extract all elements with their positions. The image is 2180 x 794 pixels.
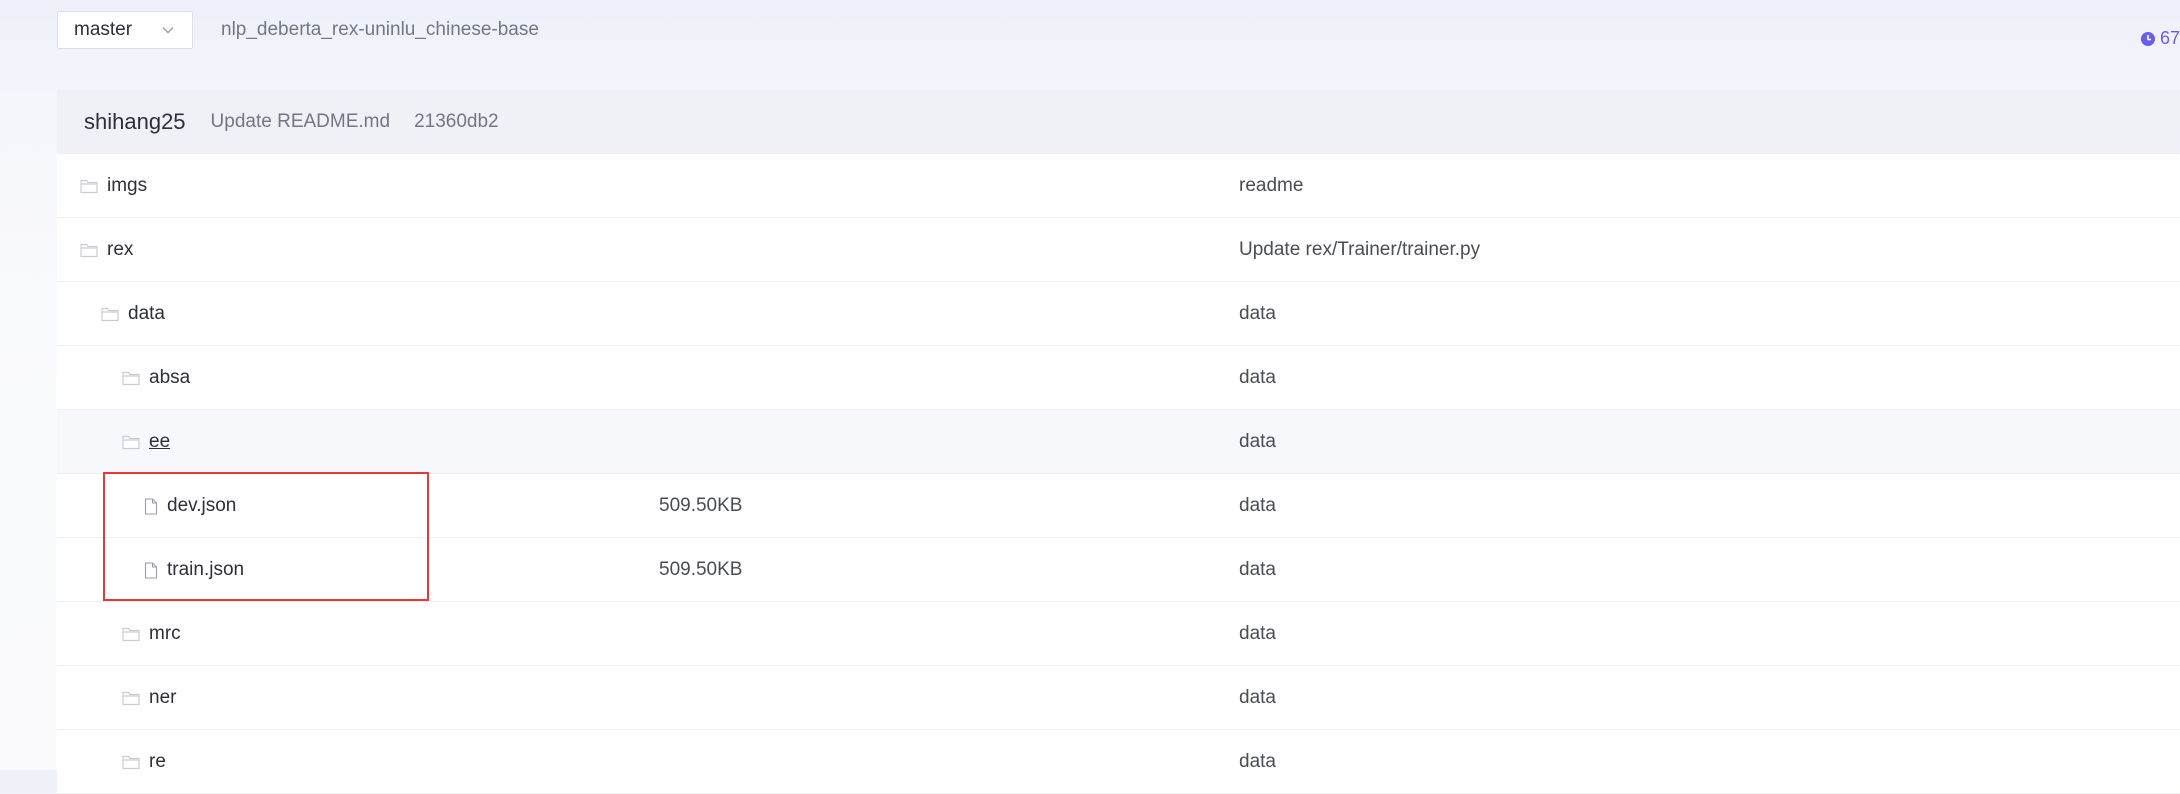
file-name[interactable]: ee [122, 410, 170, 474]
history-count: 67 [2160, 28, 2180, 48]
folder-icon [122, 371, 140, 386]
file-commit-message[interactable]: data [1239, 602, 1276, 666]
file-name[interactable]: mrc [122, 602, 181, 666]
commit-author[interactable]: shihang25 [84, 109, 186, 135]
file-row[interactable]: train.json 509.50KB data [57, 538, 2180, 602]
branch-select-value: master [74, 19, 133, 40]
file-row[interactable]: absa data [57, 346, 2180, 410]
repo-path: nlp_deberta_rex-uninlu_chinese-base [221, 19, 539, 40]
file-commit-message[interactable]: data [1239, 666, 1276, 730]
commit-history-link[interactable]: 67 [2140, 28, 2180, 49]
file-name[interactable]: ner [122, 666, 176, 730]
file-commit-message[interactable]: data [1239, 346, 1276, 410]
file-row[interactable]: rex Update rex/Trainer/trainer.py [57, 218, 2180, 282]
repo-toolbar: master nlp_deberta_rex-uninlu_chinese-ba… [0, 0, 2180, 60]
file-row[interactable]: mrc data [57, 602, 2180, 666]
file-commit-message[interactable]: data [1239, 410, 1276, 474]
folder-icon [101, 307, 119, 322]
branch-select[interactable]: master [57, 11, 193, 49]
file-icon [144, 497, 158, 515]
file-name[interactable]: imgs [80, 154, 147, 218]
file-row[interactable]: data data [57, 282, 2180, 346]
latest-commit-bar: shihang25 Update README.md 21360db2 [57, 90, 2180, 154]
file-row[interactable]: imgs readme [57, 154, 2180, 218]
folder-icon [80, 243, 98, 258]
file-name[interactable]: train.json [144, 538, 244, 602]
file-commit-message[interactable]: data [1239, 474, 1276, 538]
file-icon [144, 561, 158, 579]
file-commit-message[interactable]: readme [1239, 154, 1303, 218]
commit-hash[interactable]: 21360db2 [414, 111, 499, 133]
file-table: shihang25 Update README.md 21360db2 imgs… [57, 90, 2180, 794]
file-commit-message[interactable]: data [1239, 538, 1276, 602]
file-commit-message[interactable]: data [1239, 730, 1276, 794]
commit-message[interactable]: Update README.md [211, 111, 391, 133]
file-row[interactable]: ee data [57, 410, 2180, 474]
folder-icon [80, 179, 98, 194]
folder-icon [122, 755, 140, 770]
folder-icon [122, 627, 140, 642]
file-size: 509.50KB [659, 495, 743, 516]
file-name[interactable]: data [101, 282, 165, 346]
folder-icon [122, 435, 140, 450]
file-size: 509.50KB [659, 559, 743, 580]
clock-icon [2141, 31, 2155, 46]
chevron-down-icon [162, 27, 174, 34]
file-name[interactable]: re [122, 730, 166, 794]
file-commit-message[interactable]: data [1239, 282, 1276, 346]
file-row[interactable]: dev.json 509.50KB data [57, 474, 2180, 538]
file-row[interactable]: re data [57, 730, 2180, 794]
folder-icon [122, 691, 140, 706]
file-commit-message[interactable]: Update rex/Trainer/trainer.py [1239, 218, 1480, 282]
file-name[interactable]: absa [122, 346, 190, 410]
file-name[interactable]: dev.json [144, 474, 236, 538]
file-name[interactable]: rex [80, 218, 133, 282]
file-row[interactable]: ner data [57, 666, 2180, 730]
